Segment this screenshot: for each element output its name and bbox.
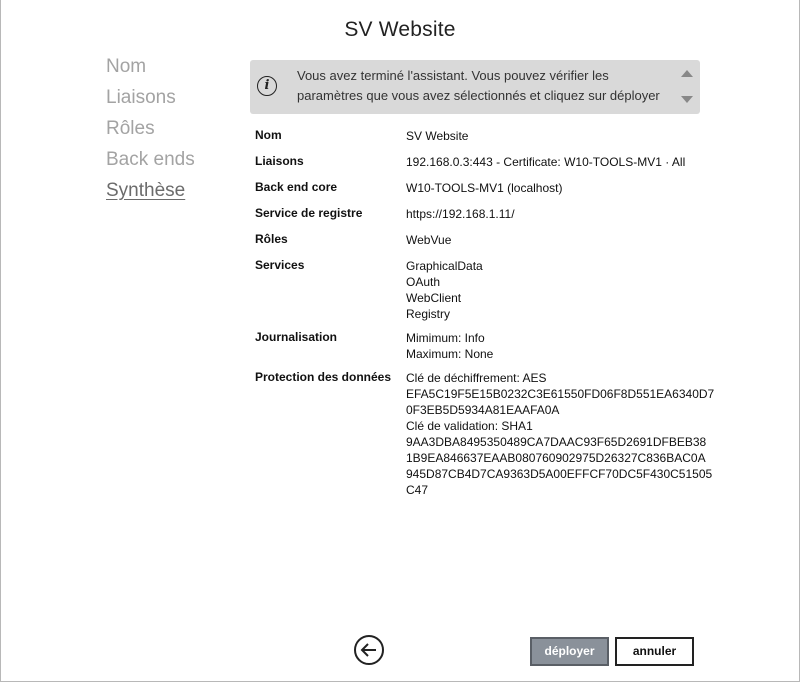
back-button[interactable]: [354, 635, 384, 665]
summary-value: Mimimum: Info: [406, 331, 485, 345]
summary-value: GraphicalData: [406, 259, 483, 273]
nav-step-back-ends[interactable]: Back ends: [106, 149, 195, 180]
summary-label: Services: [255, 258, 305, 272]
summary-value: 1B9EA846637EAAB080760902975D26327C836BAC…: [406, 451, 706, 465]
summary-value: WebClient: [406, 291, 462, 305]
nav-step-roles[interactable]: Rôles: [106, 118, 195, 149]
summary-label: Liaisons: [255, 154, 304, 168]
info-banner: i Vous avez terminé l'assistant. Vous po…: [250, 60, 700, 114]
summary-value: W10-TOOLS-MV1 (localhost): [406, 181, 563, 195]
summary-value: 945D87CB4D7CA9363D5A00EFFCF70DC5F430C515…: [406, 467, 713, 481]
summary-label: Back end core: [255, 180, 338, 194]
summary-label: Protection des données: [255, 370, 392, 384]
summary-value: WebVue: [406, 233, 452, 247]
info-message: Vous avez terminé l'assistant. Vous pouv…: [297, 68, 660, 103]
scroll-down-arrow-icon[interactable]: [681, 96, 693, 103]
summary-label: Service de registre: [255, 206, 363, 220]
summary-value: OAuth: [406, 275, 441, 289]
summary-value: 192.168.0.3:443 - Certificate: W10-TOOLS…: [406, 155, 686, 169]
summary-value: C47: [406, 483, 429, 497]
summary-value: Clé de validation: SHA1: [406, 419, 533, 433]
summary-value: https://192.168.1.11/: [406, 207, 515, 221]
summary-value: SV Website: [406, 129, 469, 143]
summary-value: Clé de déchiffrement: AES: [406, 371, 547, 385]
deploy-button[interactable]: déployer: [530, 637, 609, 666]
info-icon: i: [257, 76, 277, 96]
summary-label: Rôles: [255, 232, 288, 246]
summary-value: 9AA3DBA8495350489CA7DAAC93F65D2691DFBEB3…: [406, 435, 707, 449]
scroll-up-arrow-icon[interactable]: [681, 70, 693, 77]
nav-step-liaisons[interactable]: Liaisons: [106, 87, 195, 118]
back-arrow-icon: [360, 643, 376, 657]
summary-label: Nom: [255, 128, 282, 142]
summary-label: Journalisation: [255, 330, 338, 344]
wizard-steps-nav: Nom Liaisons Rôles Back ends Synthèse: [106, 56, 195, 211]
summary-value: Registry: [406, 307, 451, 321]
summary-value: 0F3EB5D5934A81EAAFA0A: [406, 403, 560, 417]
nav-step-nom[interactable]: Nom: [106, 56, 195, 87]
page-title: SV Website: [344, 18, 456, 41]
nav-step-synthese[interactable]: Synthèse: [106, 180, 195, 211]
cancel-button[interactable]: annuler: [615, 637, 694, 666]
summary-value: Maximum: None: [406, 347, 494, 361]
summary-value: EFA5C19F5E15B0232C3E61550FD06F8D551EA634…: [406, 387, 715, 401]
